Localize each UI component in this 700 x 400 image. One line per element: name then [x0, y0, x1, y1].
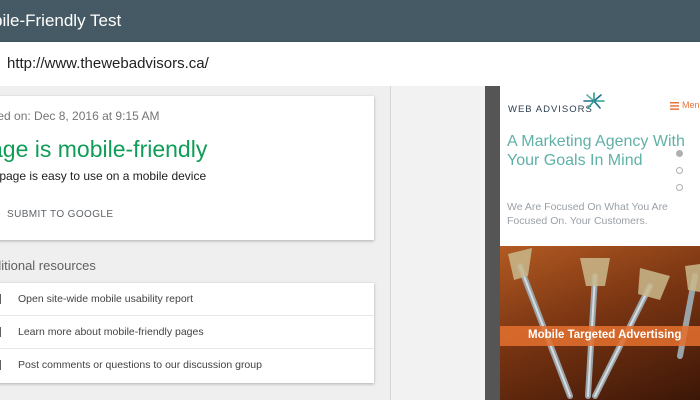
- app-header: bile-Friendly Test: [0, 0, 700, 42]
- comment-icon: [0, 360, 1, 370]
- darts-illustration: [508, 248, 700, 399]
- report-icon: [0, 294, 1, 304]
- hero-subtitle: We Are Focused On What You Are Focused O…: [507, 201, 668, 227]
- info-icon: [0, 327, 1, 337]
- slider-dot-2[interactable]: [676, 167, 683, 174]
- tested-timestamp: sted on: Dec 8, 2016 at 9:15 AM: [0, 109, 160, 123]
- hero-banner-image: [500, 246, 700, 400]
- resources-list: Open site-wide mobile usability report L…: [0, 283, 374, 383]
- resource-item-learn-more[interactable]: Learn more about mobile-friendly pages: [0, 316, 374, 349]
- additional-resources-heading: ditional resources: [0, 258, 96, 273]
- resource-label: Learn more about mobile-friendly pages: [18, 326, 204, 338]
- submit-to-google-button[interactable]: SUBMIT TO GOOGLE: [7, 209, 113, 220]
- mobile-preview[interactable]: WEB ADVISORS Men A Marketing Agency With…: [500, 86, 700, 400]
- url-input[interactable]: http://www.thewebadvisors.ca/: [7, 55, 209, 72]
- hamburger-menu-icon[interactable]: [670, 102, 679, 110]
- slider-dot-1[interactable]: [676, 150, 683, 157]
- result-card: sted on: Dec 8, 2016 at 9:15 AM age is m…: [0, 96, 374, 240]
- menu-label[interactable]: Men: [682, 100, 700, 110]
- banner-caption: Mobile Targeted Advertising: [528, 329, 682, 341]
- resource-label: Post comments or questions to our discus…: [18, 359, 262, 371]
- app-title: bile-Friendly Test: [0, 11, 122, 30]
- preview-gutter: [391, 86, 485, 400]
- resource-item-discussion-group[interactable]: Post comments or questions to our discus…: [0, 349, 374, 382]
- logo: WEB ADVISORS: [508, 104, 593, 115]
- resource-label: Open site-wide mobile usability report: [18, 293, 194, 305]
- url-bar[interactable]: http://www.thewebadvisors.ca/: [0, 42, 700, 86]
- hero-title: A Marketing Agency With Your Goals In Mi…: [507, 133, 685, 169]
- verdict-heading: age is mobile-friendly: [0, 136, 208, 162]
- slider-dot-3[interactable]: [676, 184, 683, 191]
- verdict-description: s page is easy to use on a mobile device: [0, 169, 207, 183]
- logo-burst-icon: [583, 92, 605, 109]
- resource-item-usability-report[interactable]: Open site-wide mobile usability report: [0, 283, 374, 316]
- banner-caption-bar: Mobile Targeted Advertising: [500, 326, 700, 346]
